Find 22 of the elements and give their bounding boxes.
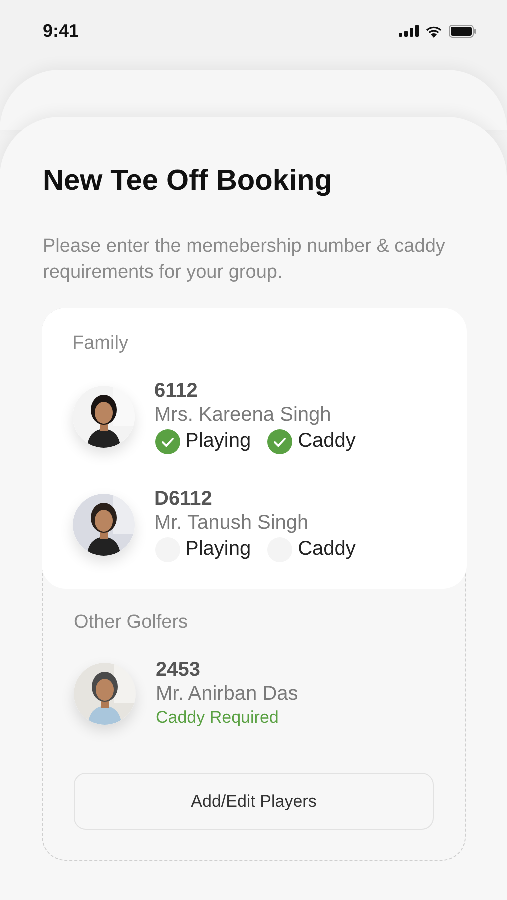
- option-label: Caddy: [298, 430, 356, 453]
- add-edit-players-button[interactable]: Add/Edit Players: [74, 773, 434, 830]
- option-label: Caddy: [298, 538, 356, 561]
- member-name: Mr. Anirban Das: [156, 682, 298, 707]
- section-heading: Other Golfers: [74, 612, 190, 634]
- wifi-icon: [425, 24, 443, 38]
- membership-number: 6112: [154, 378, 199, 402]
- option-label: Playing: [186, 430, 252, 453]
- battery-icon: [449, 24, 477, 38]
- checked-checkbox[interactable]: [154, 428, 180, 454]
- instructions-text: Please enter the memebership number & caddy requirements for your group.: [43, 235, 446, 285]
- status-time: 9:41: [43, 20, 80, 42]
- checked-checkbox[interactable]: [267, 428, 294, 454]
- page-title: New Tee Off Booking: [43, 165, 334, 198]
- section-heading: Family: [72, 332, 130, 354]
- membership-number: D6112: [154, 486, 214, 510]
- member-name: Mr. Tanush Singh: [154, 510, 310, 536]
- member-name: Mrs. Kareena Singh: [154, 402, 332, 428]
- signal-icon: [399, 25, 419, 37]
- caddy-status: Caddy Required: [156, 707, 280, 729]
- option-label: Playing: [186, 538, 252, 561]
- membership-number: 2453: [156, 658, 202, 682]
